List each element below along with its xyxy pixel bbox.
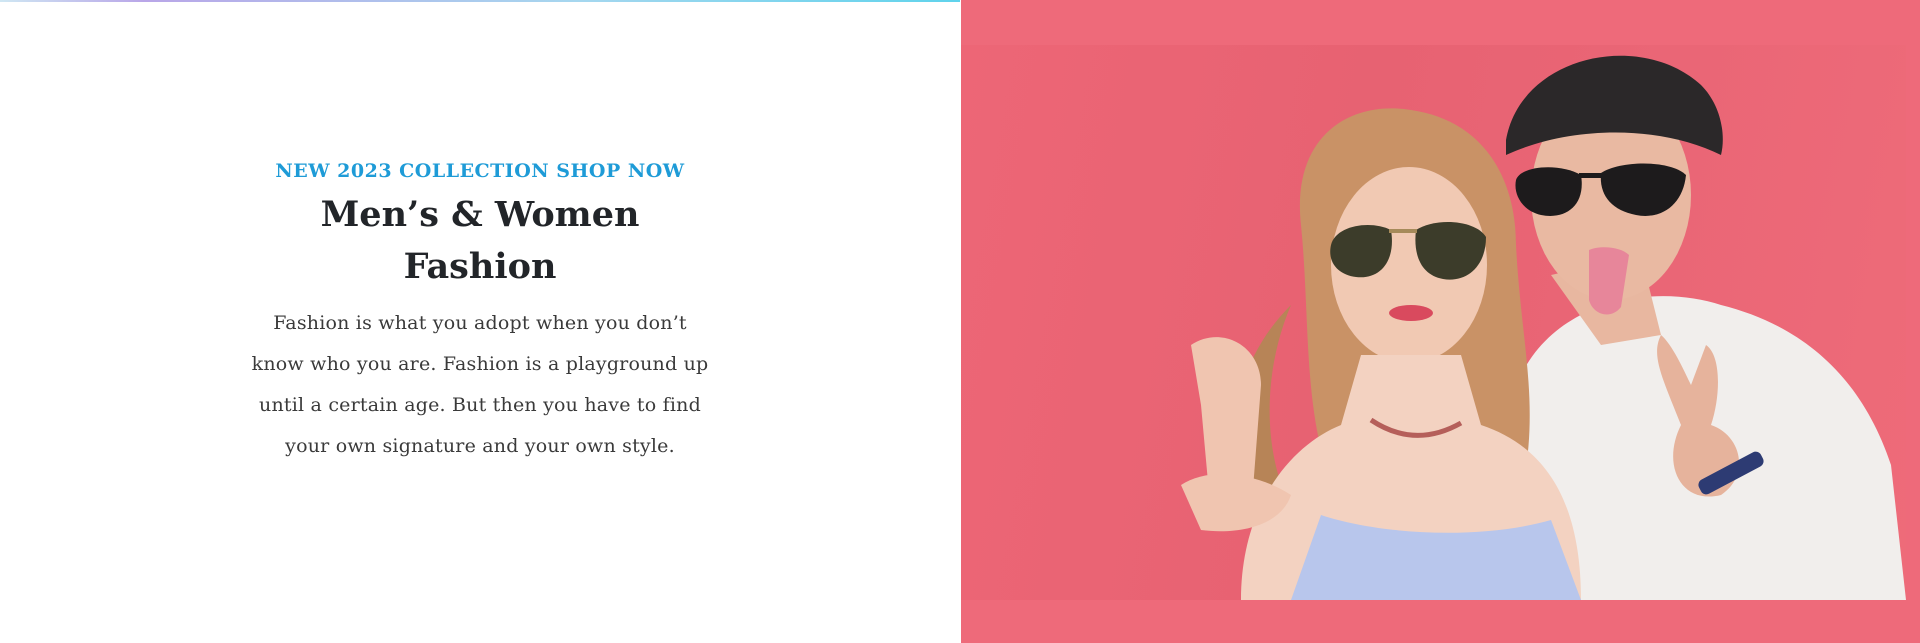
hero-image-panel bbox=[961, 0, 1920, 643]
hero-title: Men’s & Women Fashion bbox=[320, 194, 640, 287]
couple-sunglasses-photo bbox=[961, 45, 1906, 600]
top-accent-line bbox=[0, 0, 960, 2]
fashion-couple-illustration bbox=[1181, 55, 1906, 600]
hero-text-panel: NEW 2023 COLLECTION SHOP NOW Men’s & Wom… bbox=[0, 0, 961, 643]
hero-text-block: NEW 2023 COLLECTION SHOP NOW Men’s & Wom… bbox=[240, 155, 720, 467]
hero-section: NEW 2023 COLLECTION SHOP NOW Men’s & Wom… bbox=[0, 0, 1920, 643]
collection-link[interactable]: NEW 2023 COLLECTION SHOP NOW bbox=[240, 155, 720, 187]
hero-description: Fashion is what you adopt when you don’t… bbox=[251, 312, 709, 457]
